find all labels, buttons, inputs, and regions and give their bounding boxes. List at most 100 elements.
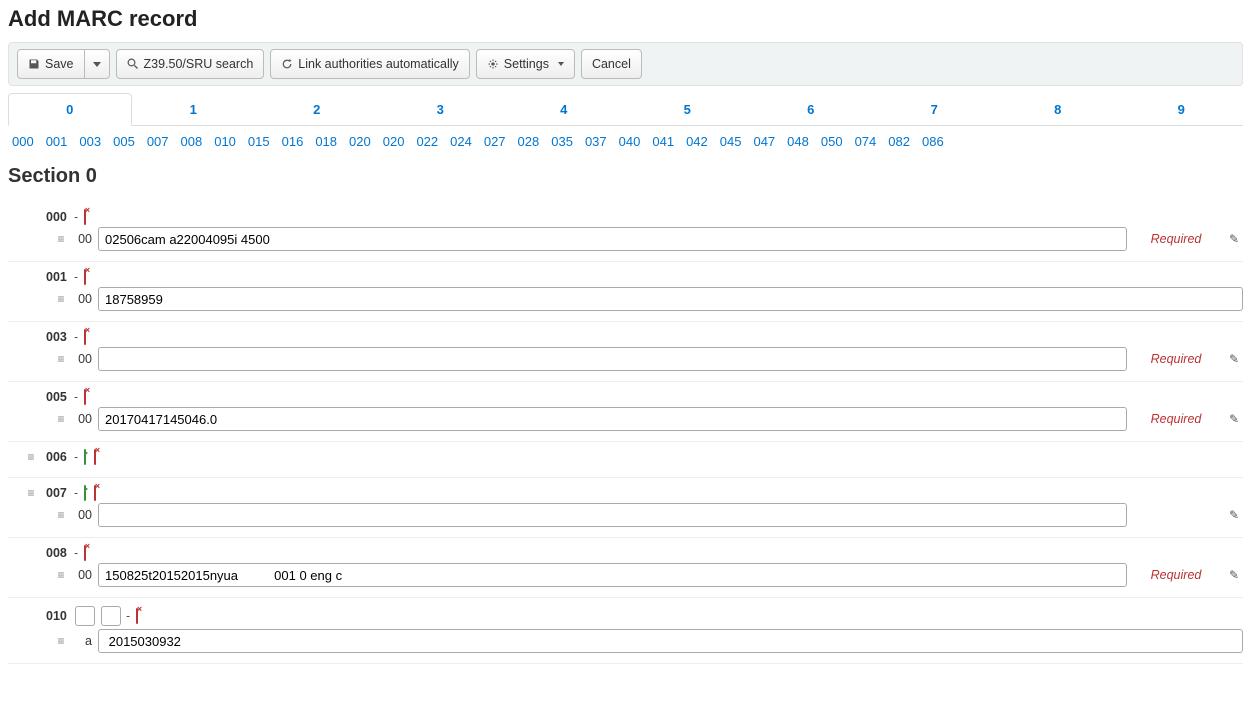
- subtag-link-074[interactable]: 074: [855, 134, 877, 149]
- subtag-link-007[interactable]: 007: [147, 134, 169, 149]
- subfield-row: ≡ 00 ✎: [56, 503, 1243, 527]
- edit-icon[interactable]: ✎: [1225, 412, 1243, 426]
- toolbar: Save Z39.50/SRU search Link authorities …: [8, 42, 1243, 86]
- separator: -: [74, 486, 78, 500]
- subtag-link-024[interactable]: 024: [450, 134, 472, 149]
- delete-icon-shape: [84, 329, 86, 345]
- drag-handle-icon[interactable]: ≡: [56, 508, 66, 522]
- subtag-link-037[interactable]: 037: [585, 134, 607, 149]
- subfield-row: ≡00Required✎: [56, 227, 1243, 251]
- link-authorities-button[interactable]: Link authorities automatically: [270, 49, 470, 79]
- edit-icon[interactable]: ✎: [1225, 232, 1243, 246]
- fields-container: 000-≡00Required✎001-≡00003-≡00Required✎0…: [8, 202, 1243, 664]
- subtag-link-008[interactable]: 008: [181, 134, 203, 149]
- tab-section-9[interactable]: 9: [1120, 93, 1244, 126]
- drag-handle-icon[interactable]: ≡: [26, 450, 36, 464]
- delete-field-icon[interactable]: [134, 609, 140, 623]
- field-001: 001-≡00: [8, 262, 1243, 322]
- tag-number: 006: [46, 450, 70, 464]
- separator: -: [74, 390, 78, 404]
- subtag-link-040[interactable]: 040: [619, 134, 641, 149]
- subtag-link-082[interactable]: 082: [888, 134, 910, 149]
- drag-handle-icon[interactable]: ≡: [56, 292, 66, 306]
- tab-section-2[interactable]: 2: [255, 93, 379, 126]
- indicator-2[interactable]: [101, 606, 121, 626]
- subfield-input[interactable]: [98, 407, 1127, 431]
- field-header: 000-: [46, 210, 1243, 224]
- subfield-input[interactable]: [98, 563, 1127, 587]
- edit-icon[interactable]: ✎: [1225, 352, 1243, 366]
- save-button[interactable]: Save: [17, 49, 85, 79]
- tab-section-5[interactable]: 5: [626, 93, 750, 126]
- subfield-input[interactable]: [98, 227, 1127, 251]
- save-dropdown-toggle[interactable]: [85, 49, 110, 79]
- subtag-link-035[interactable]: 035: [551, 134, 573, 149]
- drag-handle-icon[interactable]: ≡: [56, 412, 66, 426]
- subtag-link-018[interactable]: 018: [315, 134, 337, 149]
- subfield-input[interactable]: [98, 347, 1127, 371]
- settings-button[interactable]: Settings: [476, 49, 575, 79]
- delete-icon-shape: [94, 449, 96, 465]
- z3950-search-button[interactable]: Z39.50/SRU search: [116, 49, 265, 79]
- repeat-field-icon[interactable]: [82, 486, 88, 500]
- delete-field-icon[interactable]: [82, 546, 88, 560]
- drag-handle-icon[interactable]: ≡: [56, 568, 66, 582]
- subtag-link-086[interactable]: 086: [922, 134, 944, 149]
- tab-section-8[interactable]: 8: [996, 93, 1120, 126]
- subtag-link-022[interactable]: 022: [416, 134, 438, 149]
- tab-section-0[interactable]: 0: [8, 93, 132, 126]
- field-header: 005-: [46, 390, 1243, 404]
- subtag-link-003[interactable]: 003: [79, 134, 101, 149]
- subtag-link-016[interactable]: 016: [282, 134, 304, 149]
- subfield-input[interactable]: [98, 287, 1243, 311]
- subfield-code: 00: [72, 568, 92, 582]
- delete-icon-shape: [136, 608, 138, 624]
- caret-down-icon: [93, 62, 101, 67]
- tab-section-3[interactable]: 3: [379, 93, 503, 126]
- drag-handle-icon[interactable]: ≡: [56, 634, 66, 648]
- subtag-link-048[interactable]: 048: [787, 134, 809, 149]
- tab-section-6[interactable]: 6: [749, 93, 873, 126]
- subtag-link-000[interactable]: 000: [12, 134, 34, 149]
- tag-number: 000: [46, 210, 70, 224]
- field-003: 003-≡00Required✎: [8, 322, 1243, 382]
- field-008: 008-≡00Required✎: [8, 538, 1243, 598]
- indicator-1[interactable]: [75, 606, 95, 626]
- subfield-input[interactable]: [98, 629, 1243, 653]
- delete-field-icon[interactable]: [82, 210, 88, 224]
- delete-field-icon[interactable]: [82, 270, 88, 284]
- tab-section-1[interactable]: 1: [132, 93, 256, 126]
- subtag-link-027[interactable]: 027: [484, 134, 506, 149]
- subtag-link-041[interactable]: 041: [652, 134, 674, 149]
- subfield-code: 00: [72, 508, 92, 522]
- subtag-link-005[interactable]: 005: [113, 134, 135, 149]
- tab-section-4[interactable]: 4: [502, 93, 626, 126]
- subtag-link-045[interactable]: 045: [720, 134, 742, 149]
- drag-handle-icon[interactable]: ≡: [26, 486, 36, 500]
- cancel-button[interactable]: Cancel: [581, 49, 642, 79]
- subtag-link-042[interactable]: 042: [686, 134, 708, 149]
- tag-number: 008: [46, 546, 70, 560]
- subtag-link-047[interactable]: 047: [753, 134, 775, 149]
- edit-icon[interactable]: ✎: [1225, 568, 1243, 582]
- repeat-field-icon[interactable]: [82, 450, 88, 464]
- delete-field-icon[interactable]: [82, 330, 88, 344]
- section-title: Section 0: [8, 165, 1243, 188]
- delete-field-icon[interactable]: [82, 390, 88, 404]
- subtag-link-001[interactable]: 001: [46, 134, 68, 149]
- subfield-row: ≡a: [56, 629, 1243, 653]
- tab-section-7[interactable]: 7: [873, 93, 997, 126]
- drag-handle-icon[interactable]: ≡: [56, 232, 66, 246]
- delete-field-icon[interactable]: [92, 486, 98, 500]
- drag-handle-icon[interactable]: ≡: [56, 352, 66, 366]
- subtag-link-028[interactable]: 028: [518, 134, 540, 149]
- subfield-input[interactable]: [98, 503, 1127, 527]
- required-label: Required: [1133, 568, 1219, 582]
- edit-icon[interactable]: ✎: [1225, 508, 1243, 522]
- subtag-link-010[interactable]: 010: [214, 134, 236, 149]
- subtag-link-020[interactable]: 020: [349, 134, 371, 149]
- subtag-link-050[interactable]: 050: [821, 134, 843, 149]
- subtag-link-015[interactable]: 015: [248, 134, 270, 149]
- delete-field-icon[interactable]: [92, 450, 98, 464]
- subtag-link-020[interactable]: 020: [383, 134, 405, 149]
